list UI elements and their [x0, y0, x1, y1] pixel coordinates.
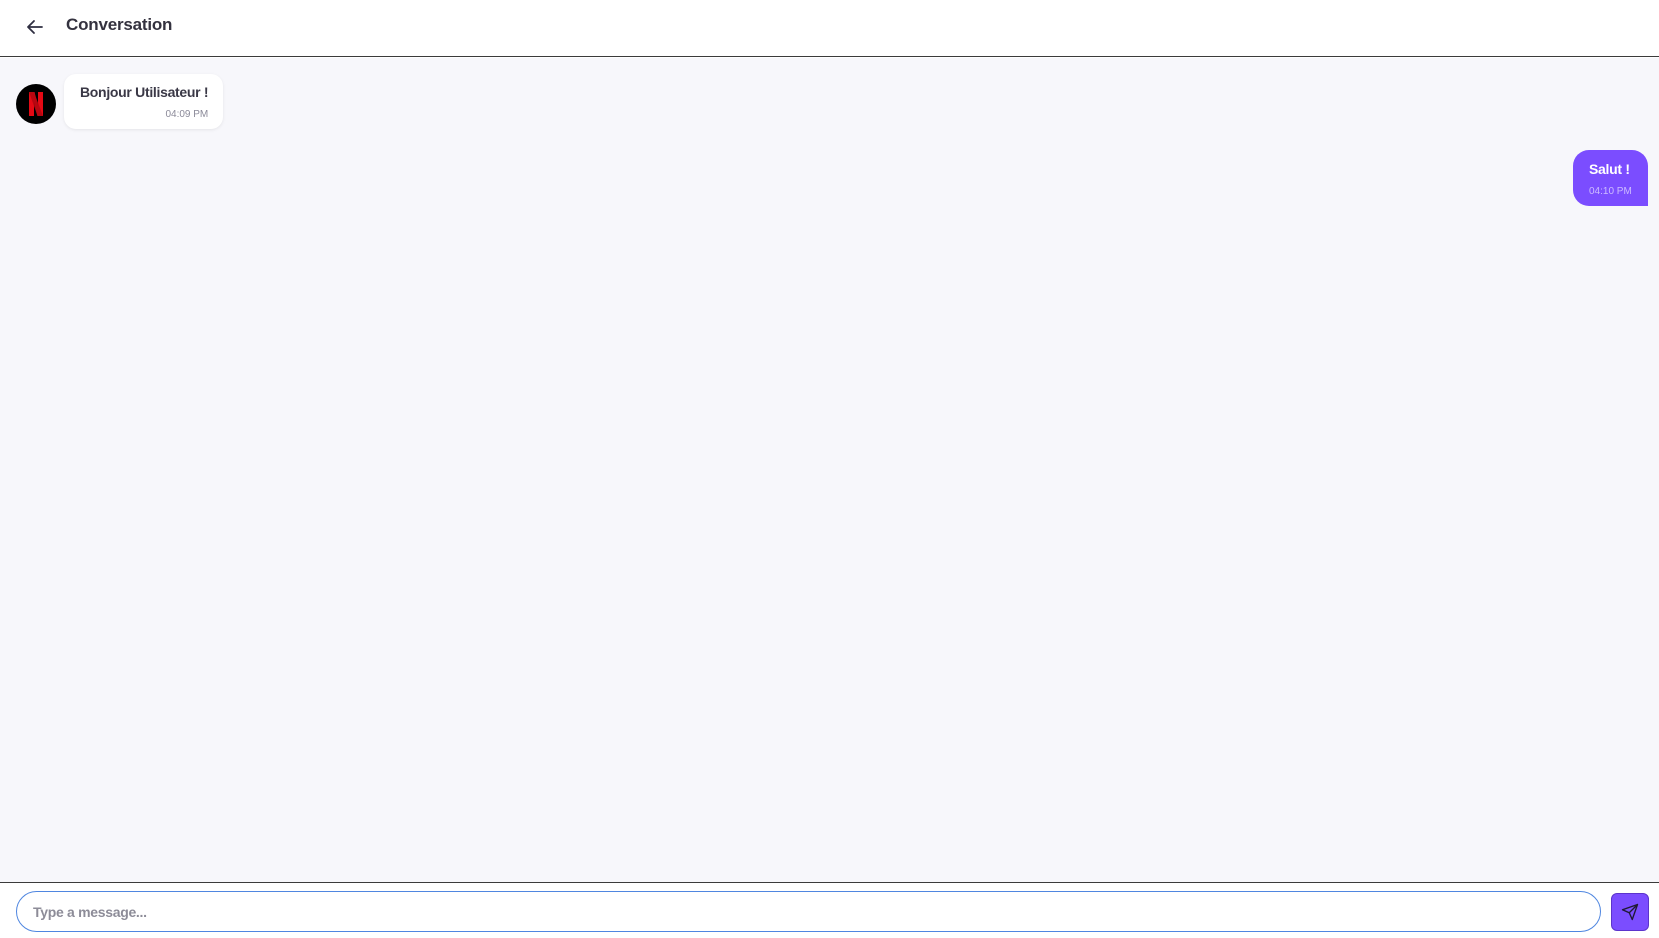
message-text: Bonjour Utilisateur !: [80, 84, 209, 100]
back-button[interactable]: [20, 12, 50, 42]
send-icon: [1621, 903, 1639, 921]
send-button[interactable]: [1611, 893, 1649, 931]
message-list[interactable]: Bonjour Utilisateur ! 04:09 PM Salut ! 0…: [0, 58, 1659, 882]
arrow-left-icon: [27, 20, 43, 34]
chat-app: Conversation Bonjour Utilisateur ! 04:09…: [0, 0, 1659, 938]
composer: [0, 882, 1659, 938]
message-input[interactable]: [16, 891, 1601, 932]
header: Conversation: [0, 0, 1659, 57]
message-outgoing: Salut ! 04:10 PM: [1573, 150, 1648, 206]
message-text: Salut !: [1589, 161, 1630, 177]
message-time: 04:10 PM: [1589, 186, 1632, 197]
page-title: Conversation: [66, 15, 173, 34]
message-incoming: Bonjour Utilisateur ! 04:09 PM: [16, 74, 224, 129]
message-time: 04:09 PM: [165, 109, 209, 120]
netflix-logo: [29, 92, 43, 116]
avatar: [16, 84, 56, 124]
message-bubble: Bonjour Utilisateur ! 04:09 PM: [64, 74, 224, 129]
message-bubble: Salut ! 04:10 PM: [1573, 150, 1648, 206]
